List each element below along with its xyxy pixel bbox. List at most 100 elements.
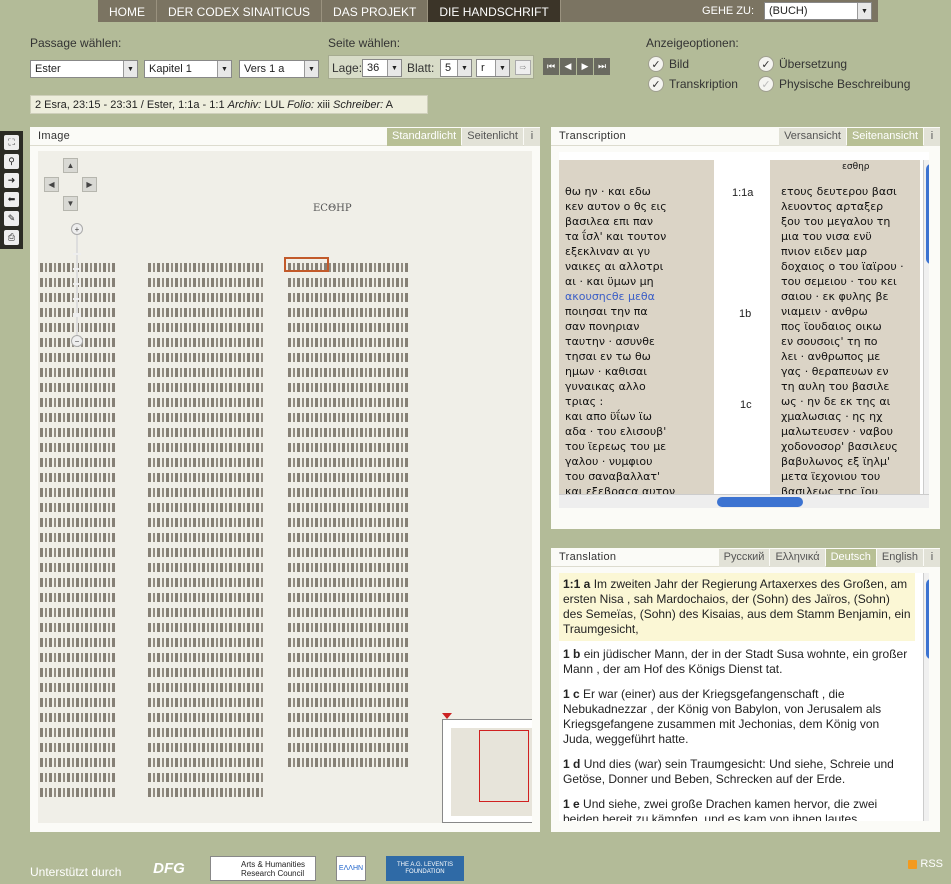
goto-select[interactable]: (BUCH) ▼ (764, 2, 872, 20)
display-options-label: Anzeigeoptionen: (646, 36, 739, 50)
tab-versansicht[interactable]: Versansicht (779, 127, 846, 146)
image-tabs: Standardlicht Seitenlicht i (386, 127, 540, 146)
transcription-line: ξου του μεγαλου τη (781, 215, 891, 228)
archiv-label: Archiv: (227, 99, 262, 111)
ahrc-logo-text: Arts & Humanities Research Council (241, 859, 306, 878)
blatt-select[interactable]: 5 ▼ (440, 59, 472, 77)
transcription-line: πος ϊουδαιος οικω (781, 320, 882, 333)
transcription-line: ναικες αι αλλοτρι (565, 260, 664, 273)
tab-russian[interactable]: Русский (718, 548, 770, 567)
translation-vscroll[interactable] (923, 573, 929, 821)
chevron-down-icon: ▼ (304, 61, 318, 77)
transcription-line: λευοντος αρταξερ (781, 200, 884, 213)
verse-value: Vers 1 a (244, 63, 285, 75)
transcription-line: εν σουσοις' τη πο (781, 335, 878, 348)
zoom-icon[interactable]: ⚲ (4, 154, 19, 169)
tab-standardlicht[interactable]: Standardlicht (387, 127, 462, 146)
check-icon: ✓ (648, 76, 664, 92)
image-panel: Image Standardlicht Seitenlicht i ΕϹΘΗΡ … (30, 127, 540, 832)
hscroll-thumb[interactable] (717, 497, 803, 507)
ahrc-logo[interactable]: Arts & Humanities Research Council (210, 856, 316, 881)
go-icon[interactable]: ⇨ (515, 60, 531, 75)
zoom-slider[interactable]: + − (71, 223, 83, 347)
next-page-icon[interactable]: ▶ (577, 58, 593, 75)
fullscreen-icon[interactable]: ⛶ (4, 135, 19, 150)
prev-page-icon[interactable]: ◀ (560, 58, 576, 75)
info-icon[interactable]: i (924, 127, 940, 146)
verse-number: 1:1a (732, 187, 754, 199)
tab-greek[interactable]: Ελληνικά (770, 548, 825, 567)
folio-value: xiii (317, 99, 330, 111)
transcription-line: θω ην · και εδω (565, 185, 651, 198)
manuscript-column-2 (148, 263, 263, 803)
option-physische[interactable]: ✓ Physische Beschreibung (758, 76, 910, 92)
pan-left-icon[interactable]: ◀ (44, 177, 59, 192)
translation-panel: Translation Русский Ελληνικά Deutsch Eng… (551, 548, 940, 832)
tab-seitenlicht[interactable]: Seitenlicht (462, 127, 523, 146)
option-bild-label: Bild (669, 57, 690, 71)
tab-deutsch[interactable]: Deutsch (825, 548, 876, 567)
transcription-line: ακουσηcθε μεθα (565, 290, 655, 303)
translation-paragraph: 1:1 a Im zweiten Jahr der Regierung Arta… (559, 573, 915, 641)
status-range: 2 Esra, 23:15 - 23:31 / Ester, 1:1a - 1:… (35, 99, 225, 111)
tab-english[interactable]: English (876, 548, 923, 567)
transcription-line: ημων · καθισαι (565, 365, 647, 378)
nav-projekt[interactable]: DAS PROJEKT (322, 0, 429, 22)
arrow-right-icon[interactable]: ➜ (4, 173, 19, 188)
chapter-select[interactable]: Kapitel 1 ▼ (144, 60, 232, 78)
page-thumbnail[interactable] (442, 719, 532, 823)
transcription-line: γας · θεραπευων εν (781, 365, 889, 378)
transcription-line: ποιησαι την πα (565, 305, 648, 318)
info-icon[interactable]: i (524, 127, 540, 146)
side-select[interactable]: r ▼ (476, 59, 510, 77)
manuscript-heading: ΕϹΘΗΡ (313, 203, 352, 214)
goto-section: GEHE ZU: (BUCH) ▼ (702, 0, 878, 22)
pan-down-icon[interactable]: ▼ (63, 196, 78, 211)
manuscript-image[interactable]: ΕϹΘΗΡ ▲ ◀ ▶ ▼ + − (38, 151, 532, 823)
arrow-left-icon[interactable]: ⬅ (4, 192, 19, 207)
print-icon[interactable]: ⎙ (4, 230, 19, 245)
transcription-line: λει · ανθρωπος με (781, 350, 881, 363)
option-bild[interactable]: ✓ Bild (648, 56, 689, 72)
transcription-line: γαλου · νυμφιου (565, 455, 653, 468)
option-transkription-label: Transkription (669, 77, 738, 91)
verse-select[interactable]: Vers 1 a ▼ (239, 60, 319, 78)
check-icon: ✓ (648, 56, 664, 72)
nav-handschrift[interactable]: DIE HANDSCHRIFT (428, 0, 561, 22)
book-select[interactable]: Ester ▼ (30, 60, 138, 78)
nav-home[interactable]: HOME (98, 0, 157, 22)
first-page-icon[interactable]: ⏮ (543, 58, 559, 75)
pan-up-icon[interactable]: ▲ (63, 158, 78, 173)
chevron-down-icon: ▼ (857, 3, 871, 19)
lage-select[interactable]: 36 ▼ (362, 59, 402, 77)
zoom-out-icon[interactable]: − (71, 335, 83, 347)
transcription-hscroll[interactable] (559, 494, 929, 508)
transcription-line: του ϊερεως του με (565, 440, 667, 453)
transcription-panel: Transcription Versansicht Seitenansicht … (551, 127, 940, 529)
rss-link[interactable]: RSS (908, 858, 943, 870)
option-transkription[interactable]: ✓ Transkription (648, 76, 738, 92)
option-uebersetzung[interactable]: ✓ Übersetzung (758, 56, 847, 72)
hellenic-logo[interactable]: ΕΛΛΗΝ (336, 856, 366, 881)
transcription-vscroll[interactable] (923, 160, 929, 494)
transcription-line: τη αυλη του βασιλε (781, 380, 890, 393)
folio-label: Folio: (287, 99, 315, 111)
leventis-logo[interactable]: THE A.G. LEVENTIS FOUNDATION (386, 856, 464, 881)
zoom-in-icon[interactable]: + (71, 223, 83, 235)
goto-value: (BUCH) (769, 5, 808, 17)
zoom-tick (73, 298, 81, 300)
zoom-tick (73, 268, 81, 270)
last-page-icon[interactable]: ⏭ (594, 58, 610, 75)
nav-codex[interactable]: DER CODEX SINAITICUS (157, 0, 323, 22)
info-icon[interactable]: i (924, 548, 940, 567)
chapter-value: Kapitel 1 (149, 63, 192, 75)
check-icon: ✓ (758, 76, 774, 92)
vscroll-thumb[interactable] (926, 579, 929, 659)
pencil-icon[interactable]: ✎ (4, 211, 19, 226)
pan-right-icon[interactable]: ▶ (82, 177, 97, 192)
verse-text: Und dies (war) sein Traumgesicht: Und si… (563, 757, 894, 786)
vscroll-thumb[interactable] (926, 164, 929, 264)
dfg-logo[interactable]: DFG (148, 856, 190, 881)
tab-seitenansicht[interactable]: Seitenansicht (846, 127, 923, 146)
translation-paragraph: 1 e Und siehe, zwei große Drachen kamen … (559, 793, 915, 821)
